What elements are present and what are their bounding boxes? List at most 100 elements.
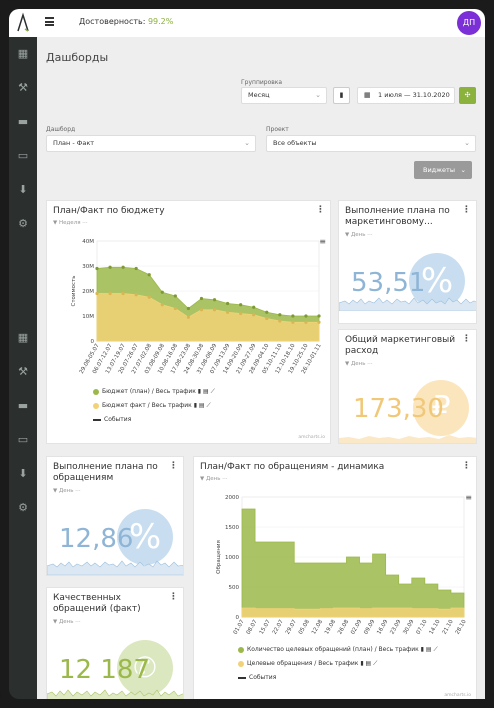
gear-icon[interactable]: ⚙ [16,501,30,515]
sparkline [47,689,183,699]
data-point [225,301,230,306]
menu-icon[interactable] [45,17,54,26]
project-value: Все объекты [273,139,317,147]
chart-type-icons: ▮ ▤ ⟋ [420,646,438,653]
more-icon[interactable]: ⋮ [169,592,178,602]
period-label: День [350,361,366,367]
dashboard-label: Дашборд [46,126,76,133]
card-title: Выполнение плана по обращениям [53,462,158,483]
chat-icon[interactable]: ▬ [16,399,30,413]
x-tick-label: 05.08 [298,619,311,636]
avatar[interactable]: ДП [457,11,481,35]
card-title: План/Факт по бюджету [53,206,165,216]
filter-icon: ▼ [345,232,350,238]
app-frame: ▦ ⚒ ▬ ▭ ⬇ ⚙ ▦ ⚒ ▬ ▭ ⬇ ⚙ Достоверность: 9… [0,0,494,708]
card-period: ▼ День ⋯ [200,476,228,482]
x-tick-label: 14.10 [429,619,442,636]
legend-item[interactable]: Целевые обращения / Весь трафик ▮ ▤ ⟋ [238,660,377,668]
legend-label: Количество целевых обращений (план) / Ве… [247,646,419,653]
dashboard-icon[interactable]: ▦ [16,47,30,61]
more-icon[interactable]: ⋮ [462,461,471,471]
data-point [265,316,269,321]
quality-requests-card: Качественных обращений (факт) ▼ День ⋯ ⋮… [46,587,184,699]
data-point [186,306,191,311]
data-point [265,310,269,314]
sparkline [47,560,183,575]
calendar-icon: ▦ [364,91,371,99]
date-range-value: 1 июля — 31.10.2020 [378,91,450,99]
data-point [95,291,99,296]
download-icon[interactable]: ⬇ [16,467,30,481]
data-point [134,266,138,271]
project-select[interactable]: Все объекты ⌄ [266,135,476,152]
requests-chart: 0500100015002000Обращения01.07 08.07 15.07… [216,495,468,636]
card-period: ▼ День ⋯ [345,361,373,367]
card-period: ▼ Неделя ⋯ [53,220,88,226]
x-tick-label: 12.08 [311,619,324,636]
more-icon[interactable]: ⋮ [316,205,325,215]
chart-type-icons: ▮ ▤ ⟋ [193,402,211,409]
data-point [304,320,308,324]
chart-credit: amcharts.io [444,693,471,698]
gear-icon[interactable]: ⚙ [16,217,30,231]
card-title: Выполнение плана по маркетинговому... [345,206,450,227]
grouping-value: Месяц [248,91,270,99]
card-title: План/Факт по обращениям - динамика [200,462,385,472]
x-tick-label: 16.09 [376,619,389,636]
legend-item[interactable]: Бюджет факт / Весь трафик ▮ ▤ ⟋ [93,402,211,410]
chevron-down-icon: ⌄ [460,166,466,174]
marketing-plan-card: Выполнение плана по маркетинговому... ▼ … [338,200,477,324]
main-content: Дашборды Группировка Месяц ⌄ ▮ ▦ 1 июля … [37,37,485,699]
legend-item[interactable]: События [238,674,276,681]
wrench-icon[interactable]: ⚒ [16,81,30,95]
y-tick-label: 1500 [225,525,239,531]
more-icon[interactable]: ⋮ [462,205,471,215]
y-axis-label: Стоимость [71,276,77,307]
legend-item[interactable]: Количество целевых обращений (план) / Ве… [238,646,438,654]
reliability-value: 99.2% [147,17,174,26]
data-point [212,308,217,312]
y-tick-label: 500 [229,585,240,591]
date-range-picker[interactable]: ▦ 1 июля — 31.10.2020 [357,87,455,104]
wrench-icon[interactable]: ⚒ [16,365,30,379]
chevron-down-icon: ⌄ [315,91,321,99]
legend-label: Целевые обращения / Весь трафик [247,660,359,667]
y-tick-label: 30M [82,264,94,270]
cluster-icon[interactable]: ✣ [459,87,476,104]
dashboard-select[interactable]: План - Факт ⌄ [46,135,256,152]
data-point [108,265,112,269]
chevron-down-icon: ⌄ [464,139,470,147]
message-icon[interactable]: ▭ [16,433,30,447]
sparkline [339,435,476,443]
legend-item[interactable]: События [93,416,131,423]
data-point [160,290,164,294]
x-tick-label: 07.10 [415,619,428,636]
dashboard-icon[interactable]: ▦ [16,331,30,345]
legend-marker [93,418,101,421]
legend-label: Бюджет факт / Весь трафик [102,402,192,409]
data-point [278,313,282,317]
chart-type-icons: ▮ ▤ ⟋ [197,388,215,395]
legend-label: Бюджет (план) / Весь трафик [102,388,196,395]
bar-chart-icon[interactable]: ▮ [333,87,350,104]
more-icon[interactable]: ⋮ [169,461,178,471]
card-period: ▼ День ⋯ [345,232,373,238]
legend-item[interactable]: Бюджет (план) / Весь трафик ▮ ▤ ⟋ [93,388,215,396]
card-period: ▼ День ⋯ [53,619,81,625]
x-tick-label: 08.07 [246,619,259,636]
period-label: День [350,232,366,238]
logo [9,9,37,37]
widgets-button[interactable]: Виджеты ⌄ [414,161,472,179]
message-icon[interactable]: ▭ [16,149,30,163]
download-icon[interactable]: ⬇ [16,183,30,197]
filter-icon: ▼ [53,619,58,625]
y-tick-label: 40M [82,239,94,245]
grouping-select[interactable]: Месяц ⌄ [241,87,327,104]
more-icon[interactable]: ⋮ [462,334,471,344]
chat-icon[interactable]: ▬ [16,115,30,129]
data-point [252,313,256,317]
sparkline [339,297,476,311]
y-tick-label: 20M [82,289,94,295]
period-label: День [58,619,74,625]
period-label: День [205,476,221,482]
